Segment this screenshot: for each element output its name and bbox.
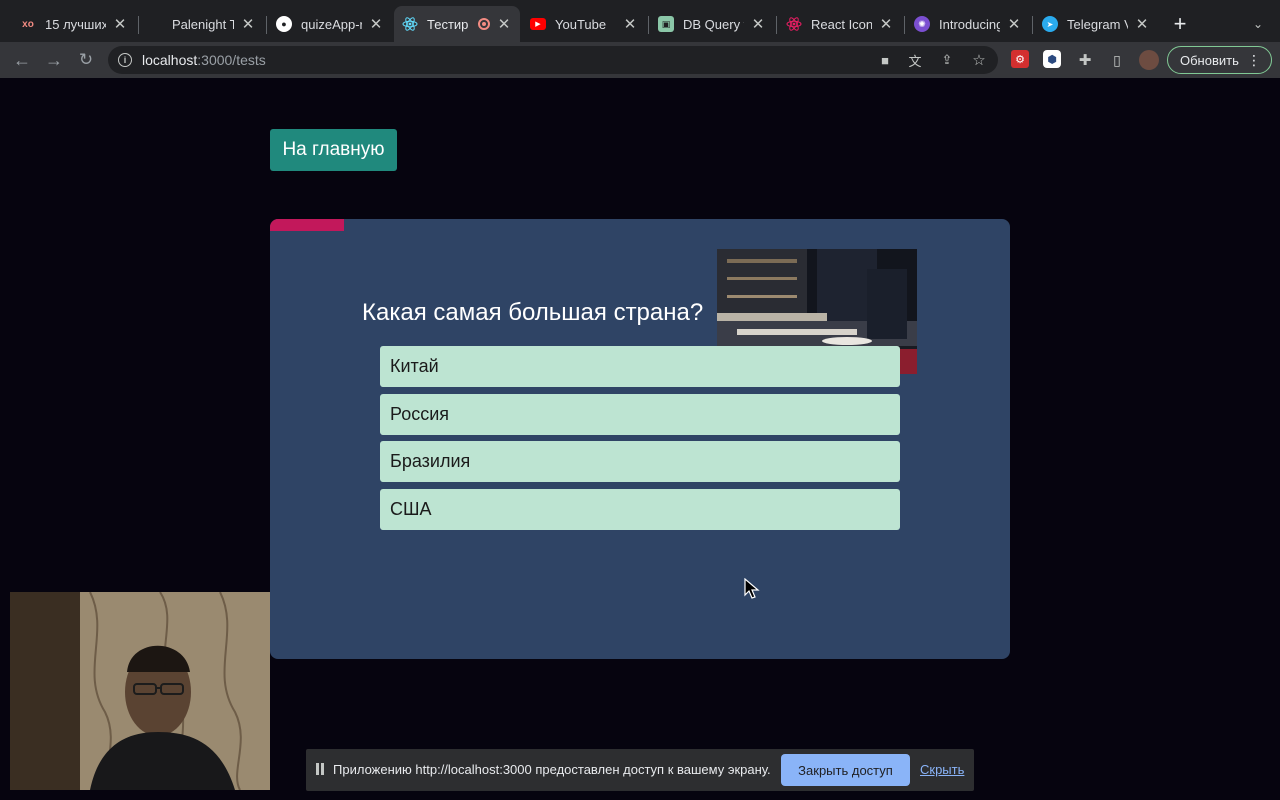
hide-link[interactable]: Скрыть [920, 762, 964, 777]
tab-title: Introducing [939, 16, 1000, 32]
openai-favicon-icon: ✺ [914, 16, 930, 32]
stop-sharing-button[interactable]: Закрыть доступ [781, 754, 910, 786]
answer-option[interactable]: Россия [380, 393, 900, 435]
quiz-card: Какая самая большая страна? Китай Россия… [270, 219, 1010, 659]
answer-option[interactable]: Китай [380, 346, 900, 387]
tab-title: React Icon [811, 16, 872, 32]
db-favicon-icon: ▣ [658, 16, 674, 32]
extensions-puzzle-icon[interactable]: ✚ [1075, 50, 1095, 70]
browser-toolbar: ← → ↻ i localhost:3000/tests ■ 文 ⇪ ☆ ⚙ ⬢… [0, 42, 1280, 78]
tab-title: DB Query v [683, 16, 744, 32]
close-tab-icon[interactable]: ✕ [496, 16, 512, 33]
tab-title: Telegram V [1067, 16, 1128, 32]
back-arrow-icon[interactable]: ← [10, 48, 34, 72]
tab-search-chevron-down-icon[interactable]: ⌄ [1248, 14, 1268, 34]
pause-icon [316, 763, 326, 777]
close-tab-icon[interactable]: ✕ [1134, 16, 1150, 33]
quiz-progress-bar [270, 219, 344, 231]
extension-red-icon[interactable]: ⚙ [1011, 50, 1029, 68]
close-tab-icon[interactable]: ✕ [1006, 16, 1022, 33]
tab-palenight[interactable]: Palenight T ✕ [140, 6, 264, 42]
answer-option[interactable]: Бразилия [380, 441, 900, 482]
more-menu-icon[interactable]: ⋮ [1247, 52, 1261, 69]
extension-hex-icon[interactable]: ⬢ [1043, 50, 1061, 68]
bookmark-star-icon[interactable]: ☆ [970, 52, 988, 69]
url-path: :3000/tests [197, 52, 266, 68]
reload-icon[interactable]: ↻ [74, 48, 98, 72]
xo-favicon-icon: xo [22, 18, 34, 30]
translate-icon[interactable]: 文 [906, 52, 924, 69]
camera-icon[interactable]: ■ [876, 52, 894, 68]
question-text: Какая самая большая страна? [362, 299, 704, 326]
tab-db-query[interactable]: ▣ DB Query v ✕ [650, 6, 774, 42]
react-favicon-icon [402, 16, 418, 32]
close-tab-icon[interactable]: ✕ [878, 16, 894, 33]
recording-indicator-icon [478, 18, 490, 30]
url-text: localhost:3000/tests [142, 52, 266, 68]
new-tab-plus-icon[interactable]: + [1168, 11, 1192, 36]
github-favicon-icon: ● [276, 16, 292, 32]
update-button[interactable]: Обновить ⋮ [1167, 46, 1272, 74]
close-tab-icon[interactable]: ✕ [750, 16, 766, 33]
tab-title: YouTube [555, 16, 607, 32]
update-button-label: Обновить [1180, 52, 1239, 68]
site-info-icon[interactable]: i [118, 53, 132, 67]
tab-title: Тестир [427, 16, 469, 32]
tab-quizeapp[interactable]: ● quizeApp-r ✕ [268, 6, 392, 42]
share-icon[interactable]: ⇪ [938, 52, 956, 68]
tab-react-icons[interactable]: React Icon ✕ [778, 6, 902, 42]
browser-tab-strip: xo 15 лучших ✕ Palenight T ✕ ● quizeApp-… [0, 0, 1280, 42]
screen-share-bar: Приложению http://localhost:3000 предост… [306, 749, 974, 791]
answer-list: Китай Россия Бразилия США [380, 346, 900, 536]
tab-title: 15 лучших [45, 16, 106, 32]
tab-telegram[interactable]: ➤ Telegram V ✕ [1034, 6, 1158, 42]
forward-arrow-icon[interactable]: → [42, 48, 66, 72]
tab-15-best[interactable]: xo 15 лучших ✕ [12, 6, 136, 42]
tab-youtube[interactable]: ▶ YouTube ✕ [522, 6, 646, 42]
close-tab-icon[interactable]: ✕ [112, 16, 128, 33]
tab-testing-active[interactable]: Тестир ✕ [394, 6, 520, 42]
close-tab-icon[interactable]: ✕ [622, 16, 638, 33]
close-tab-icon[interactable]: ✕ [240, 16, 256, 33]
tab-title: quizeApp-r [301, 16, 362, 32]
close-tab-icon[interactable]: ✕ [368, 16, 384, 33]
tab-introducing[interactable]: ✺ Introducing ✕ [906, 6, 1030, 42]
youtube-favicon-icon: ▶ [530, 18, 546, 30]
url-host: localhost [142, 52, 198, 68]
microsoft-favicon-icon [148, 17, 163, 32]
profile-avatar[interactable] [1139, 50, 1159, 70]
webcam-video [10, 592, 270, 790]
answer-option[interactable]: США [380, 488, 900, 530]
address-bar[interactable]: i localhost:3000/tests ■ 文 ⇪ ☆ [108, 46, 998, 74]
react-icons-favicon-icon [786, 16, 802, 32]
side-panel-icon[interactable]: ▯ [1107, 50, 1127, 70]
mouse-cursor-icon [744, 578, 760, 599]
tab-title: Palenight T [172, 16, 234, 32]
home-button[interactable]: На главную [270, 129, 397, 171]
screen-share-message: Приложению http://localhost:3000 предост… [333, 762, 771, 777]
telegram-favicon-icon: ➤ [1042, 16, 1058, 32]
